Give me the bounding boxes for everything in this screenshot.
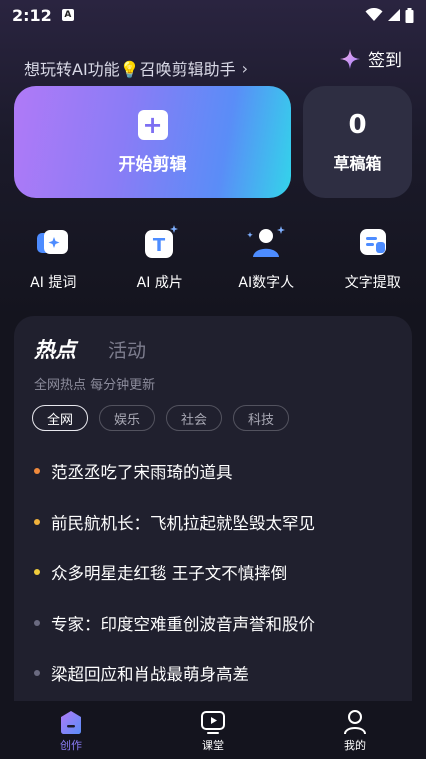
bullet-dot bbox=[34, 468, 40, 475]
checkin-label: 签到 bbox=[368, 51, 402, 71]
tool-label: AI 成片 bbox=[136, 275, 183, 291]
chip-tech[interactable]: 科技 bbox=[233, 405, 290, 431]
classroom-icon bbox=[201, 711, 225, 734]
hot-tabs: 热点 活动 bbox=[34, 334, 146, 364]
hot-topics-panel: 热点 活动 全网热点 每分钟更新 全网 娱乐 社会 科技 范丞丞吃了宋雨琦的道具… bbox=[14, 316, 412, 736]
ai-assistant-promo-link[interactable]: 想玩转AI功能💡召唤剪辑助手 › bbox=[24, 56, 248, 80]
tool-label: AI 提词 bbox=[30, 275, 77, 291]
news-item[interactable]: 梁超回应和肖战最萌身高差 bbox=[34, 648, 394, 699]
tab-classroom[interactable]: 课堂 bbox=[142, 701, 284, 759]
news-title: 众多明星走红毯 王子文不慎摔倒 bbox=[51, 564, 288, 584]
text-extract-icon bbox=[353, 222, 393, 262]
status-icons bbox=[365, 7, 414, 23]
tab-profile[interactable]: 我的 bbox=[284, 701, 426, 759]
news-title: 范丞丞吃了宋雨琦的道具 bbox=[51, 463, 233, 483]
bullet-dot bbox=[34, 670, 40, 677]
news-item[interactable]: 前民航机长：飞机拉起就坠毁太罕见 bbox=[34, 497, 394, 548]
sparkle-icon bbox=[340, 48, 360, 69]
bullet-dot bbox=[34, 518, 40, 525]
tool-text-extract[interactable]: 文字提取 bbox=[320, 222, 426, 292]
news-title: 前民航机长：飞机拉起就坠毁太罕见 bbox=[51, 513, 315, 533]
tool-ai-teleprompter[interactable]: AI 提词 bbox=[0, 222, 107, 292]
tool-digital-human[interactable]: AI数字人 bbox=[213, 222, 320, 292]
bottom-tab-bar: 创作 课堂 我的 bbox=[0, 701, 426, 759]
tools-row: AI 提词 T AI 成片 AI数字人 文字提取 bbox=[0, 222, 426, 292]
tab-label: 创作 bbox=[60, 739, 82, 752]
bullet-dot bbox=[34, 569, 40, 576]
ai-video-icon: T bbox=[140, 222, 180, 262]
chip-entertainment[interactable]: 娱乐 bbox=[99, 405, 156, 431]
notification-icon: A bbox=[61, 9, 74, 21]
profile-icon bbox=[344, 710, 366, 735]
tab-label: 我的 bbox=[344, 739, 366, 752]
status-time: 2:12 bbox=[12, 5, 52, 25]
wifi-icon bbox=[365, 8, 383, 21]
draft-count: 0 bbox=[348, 110, 367, 140]
svg-text:T: T bbox=[153, 235, 166, 256]
tool-label: 文字提取 bbox=[344, 275, 401, 291]
plus-icon: + bbox=[137, 109, 168, 140]
checkin-button[interactable]: 签到 bbox=[340, 46, 402, 71]
promo-text: 想玩转AI功能💡召唤剪辑助手 bbox=[24, 60, 236, 79]
chip-society[interactable]: 社会 bbox=[166, 405, 223, 431]
tab-events[interactable]: 活动 bbox=[108, 336, 146, 363]
start-editing-button[interactable]: + 开始剪辑 bbox=[14, 86, 291, 198]
chip-all[interactable]: 全网 bbox=[32, 405, 89, 431]
drafts-button[interactable]: 0 草稿箱 bbox=[303, 86, 412, 198]
news-title: 专家：印度空难重创波音声誉和股价 bbox=[51, 614, 315, 634]
tool-label: AI数字人 bbox=[238, 275, 295, 291]
tab-hot[interactable]: 热点 bbox=[34, 334, 76, 364]
digital-human-icon bbox=[246, 222, 286, 262]
category-chips: 全网 娱乐 社会 科技 bbox=[32, 405, 290, 431]
hot-subtitle: 全网热点 每分钟更新 bbox=[34, 378, 156, 393]
status-bar: 2:12 A bbox=[0, 0, 426, 30]
start-editing-label: 开始剪辑 bbox=[118, 154, 187, 175]
signal-icon bbox=[388, 9, 400, 21]
drafts-label: 草稿箱 bbox=[333, 154, 382, 173]
tab-create[interactable]: 创作 bbox=[0, 701, 142, 759]
news-item[interactable]: 众多明星走红毯 王子文不慎摔倒 bbox=[34, 547, 394, 598]
tab-label: 课堂 bbox=[202, 739, 224, 752]
tool-ai-video[interactable]: T AI 成片 bbox=[107, 222, 214, 292]
hot-news-list: 范丞丞吃了宋雨琦的道具 前民航机长：飞机拉起就坠毁太罕见 众多明星走红毯 王子文… bbox=[34, 446, 394, 699]
news-item[interactable]: 范丞丞吃了宋雨琦的道具 bbox=[34, 446, 394, 497]
create-icon bbox=[61, 711, 81, 734]
battery-icon bbox=[405, 7, 414, 23]
news-title: 梁超回应和肖战最萌身高差 bbox=[51, 665, 249, 685]
bullet-dot bbox=[34, 619, 40, 626]
teleprompter-icon bbox=[33, 222, 73, 262]
chevron-right-icon: › bbox=[241, 58, 248, 78]
news-item[interactable]: 专家：印度空难重创波音声誉和股价 bbox=[34, 598, 394, 649]
